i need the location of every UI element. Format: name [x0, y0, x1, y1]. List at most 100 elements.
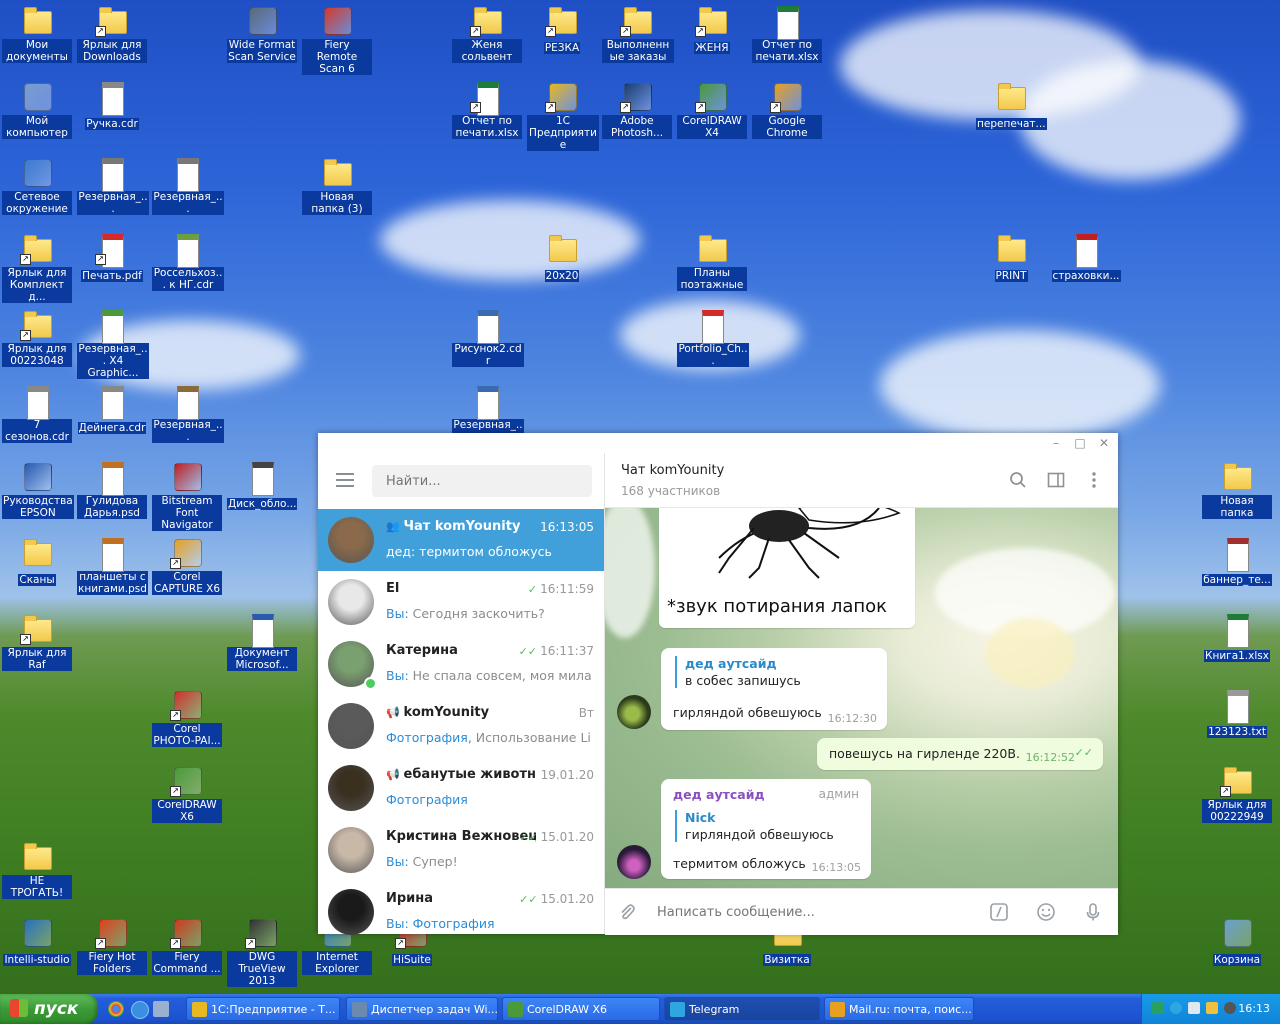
desktop-icon[interactable]: Сканы — [2, 536, 72, 587]
search-input[interactable] — [372, 465, 592, 497]
desktop-icon[interactable]: Fiery Remote Scan 6 — [302, 4, 372, 76]
desktop-icon[interactable]: Резервная_... — [152, 156, 224, 216]
message-bubble[interactable]: дед аутсайд в собес запишусь гирляндой о… — [661, 648, 887, 730]
show-desktop-icon[interactable] — [153, 1001, 169, 1017]
desktop-icon[interactable]: 20x20 — [527, 232, 597, 283]
desktop-icon[interactable]: ↗ Ярлык для Raf — [2, 612, 72, 672]
close-icon[interactable]: ✕ — [1096, 435, 1112, 451]
taskbar-button-4[interactable]: Telegram — [664, 997, 820, 1021]
chat-list-item[interactable]: 📢 komYounity Вт Фотография, Использование … — [318, 695, 604, 757]
chat-list-item[interactable]: Ирина ✓✓ 15.01.20 Вы: Фотография — [318, 881, 604, 943]
maximize-icon[interactable]: □ — [1072, 435, 1088, 451]
desktop-icon[interactable]: страховки... — [1051, 232, 1121, 283]
desktop-icon[interactable]: ↗ Fiery Command ... — [152, 916, 222, 976]
desktop-icon[interactable]: перепечат... — [976, 80, 1047, 131]
more-options-icon[interactable] — [1085, 471, 1103, 489]
search-icon[interactable] — [1009, 471, 1027, 489]
chat-header[interactable]: Чат komYounity 168 участников — [605, 453, 1118, 508]
desktop-icon[interactable]: баннер_те... — [1202, 536, 1272, 587]
start-button[interactable]: пуск — [0, 994, 98, 1024]
avatar[interactable] — [617, 695, 651, 729]
chat-list-item[interactable]: 👥 Чат komYounity 16:13:05 дед: термитом об… — [318, 509, 604, 571]
desktop-icon[interactable]: Резервная_... X4 Graphic... — [77, 308, 149, 380]
desktop-icon[interactable]: Сетевое окружение — [2, 156, 72, 216]
desktop-icon[interactable]: ↗ CorelDRAW X4 — [677, 80, 747, 140]
microphone-icon[interactable] — [1083, 902, 1103, 922]
message-author[interactable]: дед аутсайд — [673, 787, 765, 802]
desktop-icon[interactable]: ↗ Отчет по печати.xlsx — [452, 80, 522, 140]
desktop-icon[interactable]: ↗ Google Chrome — [752, 80, 822, 140]
desktop-icon[interactable]: Ручка.cdr — [77, 80, 147, 131]
desktop-icon[interactable]: Новая папка — [1202, 460, 1272, 520]
hamburger-menu-icon[interactable] — [336, 473, 354, 487]
desktop-icon[interactable]: Рисунок2.cdr — [452, 308, 524, 368]
desktop-icon[interactable]: ↗ Выполненные заказы — [602, 4, 674, 64]
desktop-icon[interactable]: ↗ Печать.pdf — [77, 232, 147, 283]
chat-list-item[interactable]: Кристина Вежновец ✓✓ 15.01.20 Вы: Супер! — [318, 819, 604, 881]
ie-quicklaunch-icon[interactable] — [131, 1001, 149, 1019]
desktop-icon[interactable]: Bitstream Font Navigator — [152, 460, 222, 532]
sidebar-toggle-icon[interactable] — [1047, 471, 1065, 489]
desktop-icon[interactable]: Планы поэтажные — [677, 232, 747, 292]
desktop-icon[interactable]: Корзина — [1202, 916, 1272, 967]
desktop-icon[interactable]: Документ Microsof... — [227, 612, 297, 672]
desktop-icon[interactable]: Wide Format Scan Service — [227, 4, 297, 64]
desktop-icon[interactable]: ↗ Fiery Hot Folders — [77, 916, 147, 976]
desktop-icon[interactable]: 123123.txt — [1202, 688, 1272, 739]
desktop-icon[interactable]: Intelli-studio — [2, 916, 72, 967]
chat-list-item[interactable]: El ✓ 16:11:59 Вы: Сегодня заскочить? — [318, 571, 604, 633]
emoji-icon[interactable] — [1036, 902, 1056, 922]
clock[interactable]: 16:13 — [1238, 994, 1270, 1024]
desktop-icon[interactable]: Гулидова Дарья.psd — [77, 460, 147, 520]
desktop-icon[interactable]: ↗ Ярлык для Downloads — [77, 4, 147, 64]
desktop-icon[interactable]: ↗ Adobe Photosh... — [602, 80, 672, 140]
desktop-icon[interactable]: Диск_обло... — [227, 460, 298, 511]
sticker-message[interactable]: *звук потирания лапок — [659, 508, 915, 628]
desktop-icon[interactable]: НЕ ТРОГАТЬ! — [2, 840, 72, 900]
tray-telegram-icon[interactable] — [1170, 1002, 1182, 1014]
bot-commands-icon[interactable] — [989, 902, 1009, 922]
desktop-icon[interactable]: планшеты с книгами.psd — [77, 536, 148, 596]
taskbar-button-1[interactable]: 1С:Предприятие - Т... — [186, 997, 340, 1021]
desktop-icon[interactable]: ↗ CorelDRAW X6 — [152, 764, 222, 824]
desktop-icon[interactable]: Отчет по печати.xlsx — [752, 4, 822, 64]
desktop-icon[interactable]: Россельхоз... к НГ.cdr — [152, 232, 224, 292]
desktop-icon[interactable]: ↗ Ярлык для 00223048 — [2, 308, 72, 368]
desktop-icon[interactable]: Мой компьютер — [2, 80, 72, 140]
desktop-icon[interactable]: Резервная_... — [152, 384, 224, 444]
taskbar-button-2[interactable]: Диспетчер задач Wi... — [346, 997, 498, 1021]
tray-shield-icon[interactable] — [1206, 1002, 1218, 1014]
desktop-icon[interactable]: ↗ 1С Предприятие — [527, 80, 599, 152]
message-bubble[interactable]: дед аутсайд админ Nick гирляндой обвешую… — [661, 779, 871, 879]
reply-quote[interactable]: Nick гирляндой обвешуюсь — [675, 810, 834, 842]
chrome-quicklaunch-icon[interactable] — [108, 1001, 124, 1017]
desktop-icon[interactable]: ↗ ЖЕНЯ — [677, 4, 747, 55]
desktop-icon[interactable]: Дейнега.cdr — [77, 384, 147, 435]
desktop-icon[interactable]: Книга1.xlsx — [1202, 612, 1272, 663]
avatar[interactable] — [617, 845, 651, 879]
tray-volume-icon[interactable] — [1188, 1002, 1200, 1014]
tray-disk-icon[interactable] — [1224, 1002, 1236, 1014]
desktop-icon[interactable]: ↗ РЕЗКА — [527, 4, 597, 55]
desktop-icon[interactable]: Portfolio_Ch... — [677, 308, 749, 368]
window-titlebar[interactable]: – □ ✕ — [318, 433, 1118, 453]
message-input[interactable] — [655, 899, 979, 925]
desktop-icon[interactable]: Мои документы — [2, 4, 72, 64]
outgoing-message[interactable]: повешусь на гирленде 220В. 16:12:52 ✓✓ — [817, 738, 1103, 770]
taskbar-button-5[interactable]: Mail.ru: почта, поис... — [824, 997, 974, 1021]
desktop-icon[interactable]: ↗ DWG TrueView 2013 — [227, 916, 297, 988]
desktop-icon[interactable]: PRINT — [976, 232, 1046, 283]
chat-list-item[interactable]: Катерина ✓✓ 16:11:37 Вы: Не спала совсем, м… — [318, 633, 604, 695]
desktop-icon[interactable]: Руководства EPSON — [2, 460, 74, 520]
desktop-icon[interactable]: ↗ Ярлык для 00222949 — [1202, 764, 1272, 824]
chat-list-item[interactable]: 📢 ебанутые животн... 19.01.20 Фотография — [318, 757, 604, 819]
desktop-icon[interactable]: 7 сезонов.cdr — [2, 384, 72, 444]
desktop-icon[interactable]: ↗ Женя сольвент — [452, 4, 522, 64]
desktop-icon[interactable]: ↗ Ярлык для Комплект д... — [2, 232, 72, 304]
message-area[interactable]: *звук потирания лапок дед аутсайд в собе… — [605, 508, 1118, 888]
desktop-icon[interactable]: ↗ Corel PHOTO-PAI... — [152, 688, 222, 748]
attach-icon[interactable] — [617, 902, 637, 922]
tray-network-icon[interactable] — [1152, 1002, 1164, 1014]
desktop-icon[interactable]: Новая папка (3) — [302, 156, 372, 216]
desktop-icon[interactable]: ↗ Corel CAPTURE X6 — [152, 536, 222, 596]
